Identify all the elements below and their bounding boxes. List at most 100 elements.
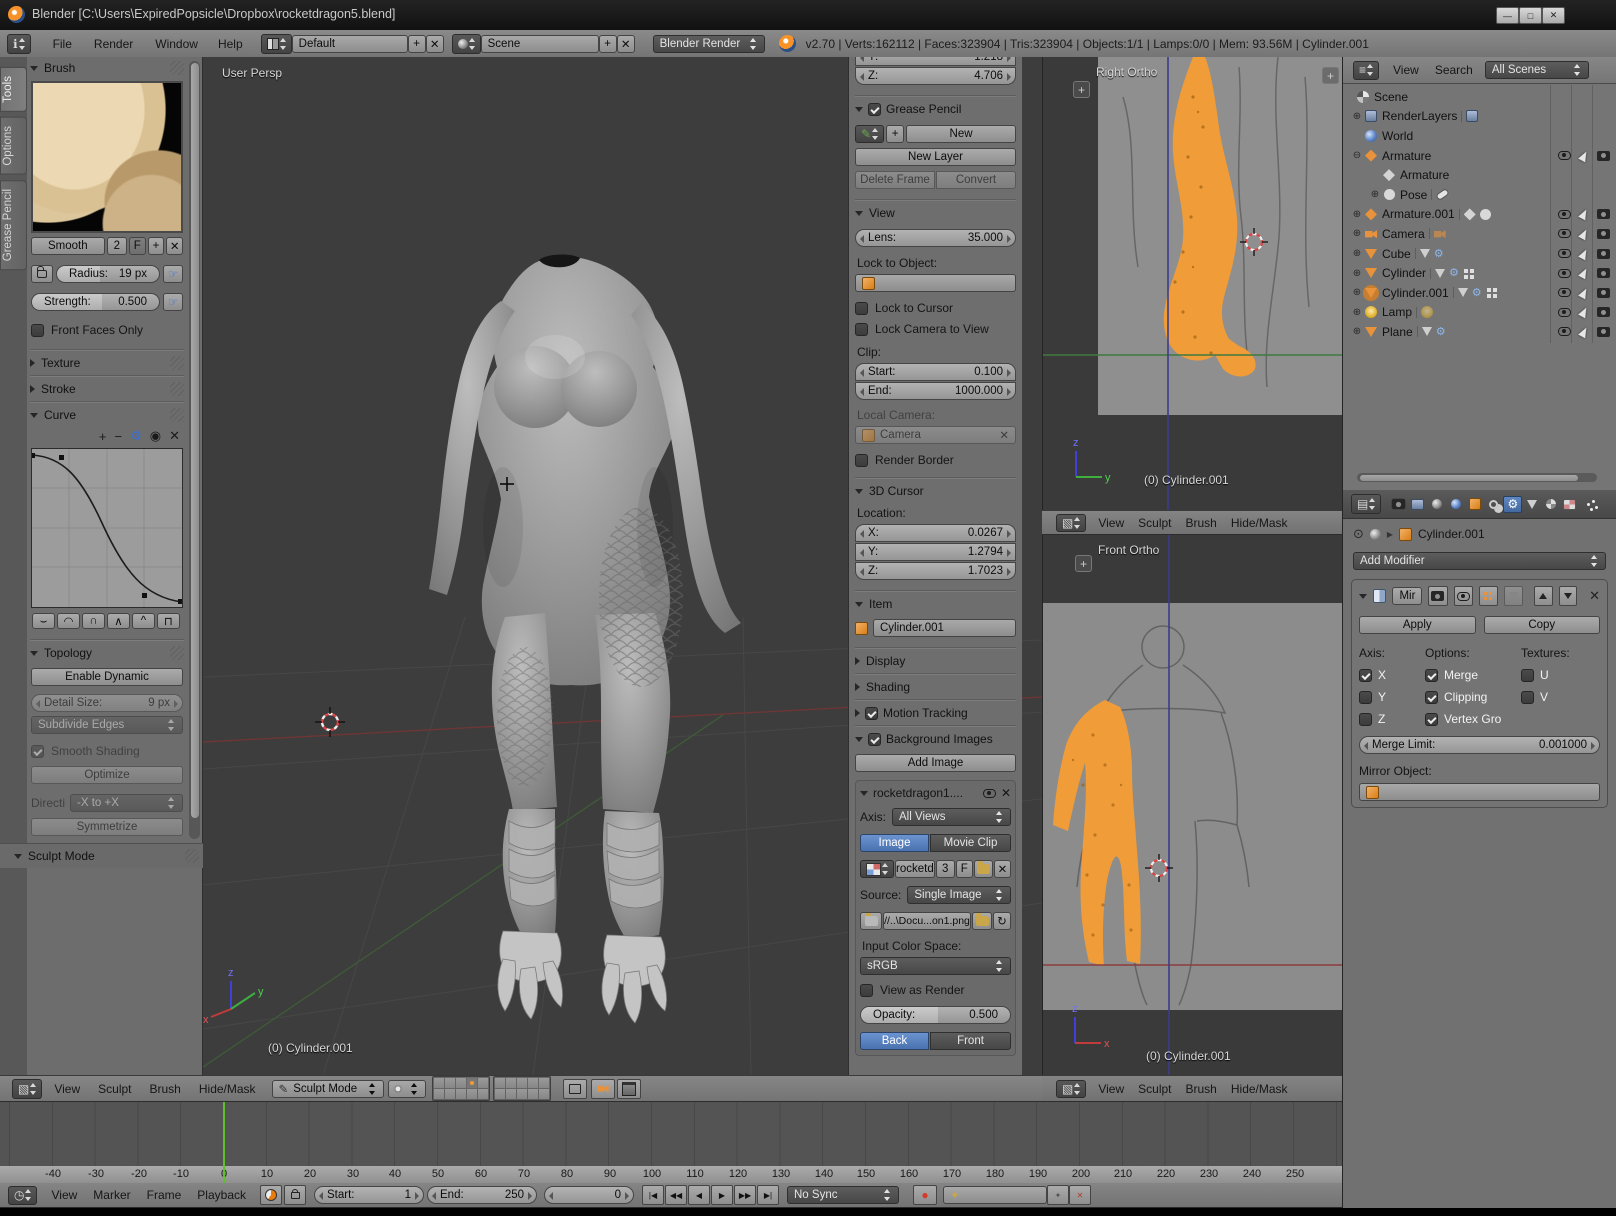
selectable-icon[interactable] [1578, 306, 1590, 319]
tab-object[interactable] [1465, 496, 1484, 513]
mirror-object-field[interactable] [1359, 783, 1600, 801]
outliner-row[interactable]: ⊕Armature.001 [1343, 205, 1616, 225]
modifier-cage-toggle[interactable] [1504, 586, 1523, 606]
lock-camera-checkbox[interactable] [855, 323, 868, 336]
opengl-render-anim-button[interactable] [617, 1079, 641, 1099]
editor-type-properties-button[interactable]: ▤ [1351, 494, 1381, 514]
editor-type-info-button[interactable]: ℹ [7, 34, 31, 54]
open-image-button[interactable] [974, 860, 993, 878]
lock-to-object-field[interactable] [855, 274, 1016, 292]
minimize-button[interactable]: — [1496, 7, 1519, 24]
hide-icon[interactable] [1558, 151, 1571, 160]
hide-mask-menu[interactable]: Hide/Mask [1227, 1082, 1292, 1096]
editor-type-3dview-button[interactable]: ▧ [1056, 1080, 1086, 1098]
layer-cell[interactable] [445, 1089, 455, 1099]
selectable-icon[interactable] [1578, 228, 1590, 241]
insert-keyframe-button[interactable]: ✦ [1047, 1185, 1069, 1205]
renderable-icon[interactable] [1597, 229, 1610, 239]
modifier-apply-button[interactable]: Apply [1359, 616, 1476, 634]
radius-pressure-icon[interactable]: ☞ [163, 265, 183, 283]
gp-new-button[interactable]: New [906, 125, 1016, 143]
tab-render[interactable] [1389, 496, 1408, 513]
brush-panel-header[interactable]: Brush [30, 61, 184, 75]
eye-icon[interactable] [983, 789, 996, 798]
curve-tools-icon[interactable]: ⚙ [130, 428, 142, 444]
mode-dropdown[interactable]: ✎Sculpt Mode [272, 1080, 384, 1098]
reload-image-button[interactable]: ↻ [993, 912, 1011, 930]
renderable-icon[interactable] [1597, 288, 1610, 298]
tab-grease-pencil[interactable]: Grease Pencil [0, 180, 27, 270]
gp-datablock-icon-button[interactable]: ✎ [855, 125, 884, 143]
add-modifier-dropdown[interactable]: Add Modifier [1353, 552, 1606, 570]
menu-window[interactable]: Window [151, 37, 202, 51]
frame-start-field[interactable]: Start:1 [314, 1186, 424, 1204]
selectable-icon[interactable] [1578, 149, 1590, 162]
brush-unlink-button[interactable]: ✕ [166, 237, 183, 255]
axis-z-checkbox[interactable] [1359, 713, 1372, 726]
layer-cell[interactable] [456, 1089, 466, 1099]
browse-file-button[interactable] [972, 912, 992, 930]
hide-icon[interactable] [1558, 288, 1571, 297]
timeline-frame-menu[interactable]: Frame [143, 1188, 186, 1202]
outliner-row[interactable]: ⊕RenderLayers [1343, 107, 1616, 127]
background-images-checkbox[interactable] [868, 733, 881, 746]
preview-range-icon[interactable] [260, 1185, 282, 1205]
layer-cell[interactable] [478, 1089, 488, 1099]
cursor-y-field[interactable]: Y:1.2794 [855, 543, 1016, 561]
collapse-icon[interactable]: ⊖ [1351, 150, 1363, 161]
hide-icon[interactable] [1558, 229, 1571, 238]
curve-preset-max-icon[interactable]: ⊓ [157, 613, 180, 629]
brush-add-button[interactable]: + [148, 237, 165, 255]
color-space-dropdown[interactable]: sRGB [860, 957, 1011, 975]
panel-resize-grip[interactable] [185, 849, 199, 863]
layers-widget-2[interactable] [493, 1076, 551, 1101]
add-layout-button[interactable]: + [408, 35, 426, 53]
viewport-main[interactable]: y x z User Persp (0) Cylinder.001 Y:1.21… [203, 57, 1042, 1075]
outliner-row[interactable]: ⊖Armature [1343, 146, 1616, 166]
editor-type-timeline-button[interactable]: ◷ [8, 1186, 37, 1205]
renderable-icon[interactable] [1597, 249, 1610, 259]
timeline-marker-menu[interactable]: Marker [89, 1188, 134, 1202]
strength-pressure-icon[interactable]: ☞ [163, 293, 183, 311]
layer-cell[interactable] [528, 1089, 538, 1099]
layer-cell[interactable] [445, 1078, 455, 1088]
view-menu[interactable]: View [1094, 1082, 1128, 1096]
screen-layout-icon-button[interactable] [261, 34, 292, 54]
layer-cell[interactable] [478, 1078, 488, 1088]
layer-cell[interactable] [467, 1089, 477, 1099]
renderable-icon[interactable] [1597, 268, 1610, 278]
expand-icon[interactable]: ⊕ [1351, 209, 1363, 220]
expand-icon[interactable]: ⊕ [1351, 268, 1363, 279]
layer-cell[interactable] [456, 1078, 466, 1088]
modifier-copy-button[interactable]: Copy [1484, 616, 1601, 634]
hide-icon[interactable] [1558, 269, 1571, 278]
tab-render-layers[interactable] [1408, 496, 1427, 513]
median-z-field[interactable]: Z:4.706 [855, 67, 1016, 85]
image-name-field[interactable]: rocketd [895, 860, 935, 878]
delete-keyframe-button[interactable]: ✕ [1069, 1185, 1091, 1205]
detail-refine-dropdown[interactable]: Subdivide Edges [31, 716, 183, 734]
timeline-playback-menu[interactable]: Playback [193, 1188, 250, 1202]
scene-icon-button[interactable] [452, 34, 481, 54]
expand-icon[interactable]: ⊕ [1369, 189, 1381, 200]
view-menu[interactable]: View [50, 1082, 84, 1096]
panel-resize-grip[interactable] [170, 646, 184, 660]
selectable-icon[interactable] [1578, 326, 1590, 339]
expand-icon[interactable]: ⊕ [1351, 248, 1363, 259]
panel-resize-grip[interactable] [170, 356, 184, 370]
modifier-move-down-button[interactable] [1559, 586, 1577, 606]
bg-front-tab[interactable]: Front [930, 1032, 1011, 1050]
gp-add-button[interactable]: + [886, 125, 904, 143]
clip-end-field[interactable]: End:1000.000 [855, 382, 1016, 400]
outliner-scope-dropdown[interactable]: All Scenes [1485, 61, 1589, 79]
motion-tracking-panel-header[interactable]: Motion Tracking [855, 706, 1016, 720]
curve-preset-spike-icon[interactable]: ^ [132, 613, 155, 629]
image-filepath-field[interactable]: //..\Docu...on1.png [883, 912, 971, 930]
layer-cell[interactable] [495, 1078, 505, 1088]
timeline-ruler[interactable]: -40 -30 -20 -10 0 10 20 30 40 50 60 70 8… [0, 1166, 1342, 1184]
timeline-view-menu[interactable]: View [47, 1188, 81, 1202]
image-users-button[interactable]: 3 [936, 860, 955, 878]
tool-shelf-scrollbar[interactable] [189, 61, 200, 839]
play-button[interactable]: ▶ [711, 1185, 733, 1205]
brush-menu[interactable]: Brush [1182, 516, 1221, 530]
